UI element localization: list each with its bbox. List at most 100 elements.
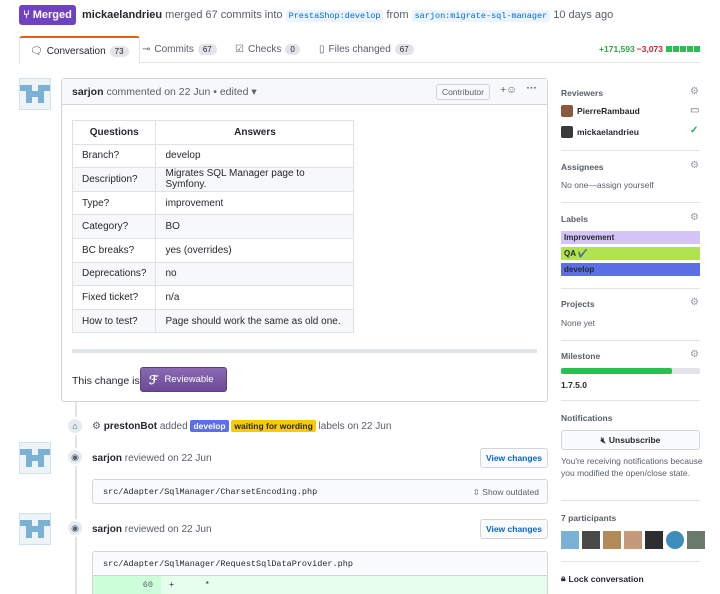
add-reaction-icon[interactable]: +☺ bbox=[500, 84, 517, 96]
gear-icon[interactable]: ⚙ bbox=[690, 349, 699, 360]
avatar[interactable] bbox=[645, 531, 663, 549]
head-branch[interactable]: sarjon:migrate-sql-manager bbox=[411, 10, 551, 22]
avatar[interactable] bbox=[666, 531, 684, 549]
participants-avatars bbox=[561, 531, 705, 549]
table-cell: BC breaks? bbox=[71, 237, 157, 263]
gear-icon[interactable]: ⚙ bbox=[690, 297, 699, 308]
label-develop[interactable]: develop bbox=[190, 420, 229, 432]
avatar-sarjon[interactable] bbox=[19, 442, 51, 474]
tab-label: Commits bbox=[154, 44, 194, 55]
gear-icon[interactable]: ⚙ bbox=[690, 212, 699, 223]
milestone-name[interactable]: 1.7.5.0 bbox=[561, 380, 587, 390]
projects-title[interactable]: Projects bbox=[561, 299, 595, 309]
table-row: Fixed ticket? n/a bbox=[71, 285, 355, 310]
bot-avatar-icon: ⚙ bbox=[92, 421, 101, 432]
file-path[interactable]: src/Adapter/SqlManager/RequestSqlDataPro… bbox=[103, 559, 353, 569]
avatar[interactable] bbox=[582, 531, 600, 549]
gear-icon[interactable]: ⚙ bbox=[690, 86, 699, 97]
milestone-progress bbox=[561, 368, 700, 374]
table-cell: Type? bbox=[71, 190, 157, 216]
additions-count: +171,593 bbox=[599, 44, 635, 54]
assignees-title[interactable]: Assignees bbox=[561, 162, 604, 172]
review-author[interactable]: sarjon bbox=[92, 453, 122, 464]
table-cell: Deprecations? bbox=[71, 261, 157, 287]
pr-description-comment: sarjon commented on 22 Jun • edited ▾ Co… bbox=[61, 78, 548, 402]
divider bbox=[561, 150, 700, 151]
view-changes-button[interactable]: View changes bbox=[480, 448, 548, 468]
tab-conversation[interactable]: 🗨 Conversation 73 bbox=[19, 36, 140, 64]
notifications-title: Notifications bbox=[561, 413, 613, 423]
label-waiting-for-wording[interactable]: waiting for wording bbox=[231, 420, 316, 432]
reviewer-item[interactable]: mickaelandrieu bbox=[561, 126, 639, 138]
comment-meta[interactable]: commented on 22 Jun • edited bbox=[106, 86, 248, 98]
avatar bbox=[561, 105, 573, 117]
avatar-sarjon[interactable] bbox=[19, 513, 51, 545]
check-icon: ✓ bbox=[690, 125, 699, 136]
milestone-progress-fill bbox=[561, 368, 673, 374]
lock-conversation-link[interactable]: 🔒︎ Lock conversation bbox=[561, 573, 644, 584]
avatar[interactable] bbox=[687, 531, 705, 549]
from-text: from bbox=[386, 9, 409, 21]
show-outdated-button[interactable]: ⇳ Show outdated bbox=[473, 487, 539, 498]
event-actor[interactable]: prestonBot bbox=[104, 421, 157, 432]
eye-icon: ◉ bbox=[66, 448, 84, 466]
unsubscribe-button[interactable]: 🔇︎ Unsubscribe bbox=[561, 430, 700, 450]
pr-tabs: 🗨 Conversation 73 ⊸ Commits 67 ☑ Checks … bbox=[19, 36, 700, 64]
table-cell: develop bbox=[155, 143, 355, 169]
reviewer-name[interactable]: mickaelandrieu bbox=[577, 127, 639, 137]
lock-icon: 🔒︎ bbox=[561, 573, 566, 583]
tab-count: 67 bbox=[197, 44, 217, 55]
pr-headline: mickaelandrieu merged 67 commits into Pr… bbox=[82, 9, 614, 22]
assignees-text[interactable]: No one—assign yourself bbox=[561, 180, 654, 190]
notification-reason: You're receiving notifications because y… bbox=[561, 456, 703, 478]
avatar[interactable] bbox=[624, 531, 642, 549]
base-branch[interactable]: PrestaShop:develop bbox=[285, 10, 384, 22]
review-text: reviewed on 22 Jun bbox=[124, 524, 212, 535]
more-actions-icon[interactable]: ··· bbox=[527, 82, 538, 94]
labels-title[interactable]: Labels bbox=[561, 214, 588, 224]
label-develop[interactable]: develop bbox=[561, 263, 700, 276]
avatar[interactable] bbox=[603, 531, 621, 549]
mute-icon: 🔇︎ bbox=[600, 434, 606, 445]
reviewable-button[interactable]: ℱ Reviewable bbox=[140, 367, 227, 392]
reviewer-item[interactable]: PierreRambaud bbox=[561, 105, 640, 117]
table-cell: Description? bbox=[71, 167, 157, 192]
caret-down-icon[interactable]: ▾ bbox=[248, 86, 256, 98]
tab-checks[interactable]: ☑ Checks 0 bbox=[235, 36, 300, 63]
tab-commits[interactable]: ⊸ Commits 67 bbox=[142, 36, 217, 63]
diff-line: 60 + * bbox=[92, 576, 548, 594]
gear-icon[interactable]: ⚙ bbox=[690, 160, 699, 171]
tab-label: Files changed bbox=[328, 44, 391, 55]
line-number[interactable]: 60 bbox=[93, 576, 161, 594]
label-qa[interactable]: QA ✔️ bbox=[561, 247, 700, 260]
merged-text: merged 67 commits into bbox=[165, 9, 283, 21]
table-cell: no bbox=[155, 261, 355, 287]
label-improvement[interactable]: Improvement bbox=[561, 231, 700, 244]
merge-time: 10 days ago bbox=[553, 9, 614, 21]
contributor-badge: Contributor bbox=[435, 84, 490, 100]
avatar[interactable] bbox=[561, 531, 579, 549]
view-changes-button[interactable]: View changes bbox=[480, 519, 548, 539]
lock-label: Lock conversation bbox=[568, 573, 644, 584]
reviewer-name[interactable]: PierreRambaud bbox=[577, 106, 640, 116]
tab-count: 73 bbox=[109, 45, 129, 57]
line-code: + * bbox=[169, 580, 210, 590]
merged-state-badge: ⑂ Merged bbox=[19, 5, 76, 25]
table-cell: Fixed ticket? bbox=[71, 285, 157, 310]
reviewers-title[interactable]: Reviewers bbox=[561, 88, 603, 98]
comment-icon: 🗨 bbox=[30, 45, 43, 57]
tab-count: 67 bbox=[394, 44, 414, 55]
tab-files-changed[interactable]: ▯ Files changed 67 bbox=[319, 36, 414, 63]
milestone-title[interactable]: Milestone bbox=[561, 351, 600, 361]
table-header: Questions bbox=[71, 120, 157, 145]
avatar-sarjon[interactable] bbox=[19, 78, 51, 110]
comment-author[interactable]: sarjon bbox=[72, 86, 104, 98]
author-link[interactable]: mickaelandrieu bbox=[82, 9, 162, 21]
file-path[interactable]: src/Adapter/SqlManager/CharsetEncoding.p… bbox=[103, 487, 317, 497]
review-author[interactable]: sarjon bbox=[92, 524, 122, 535]
tab-count: 0 bbox=[285, 44, 300, 55]
table-row: Category? BO bbox=[71, 214, 355, 239]
checklist-icon: ☑ bbox=[235, 44, 244, 55]
divider bbox=[561, 500, 700, 501]
diffstat: +171,593 −3,073 bbox=[599, 44, 700, 54]
